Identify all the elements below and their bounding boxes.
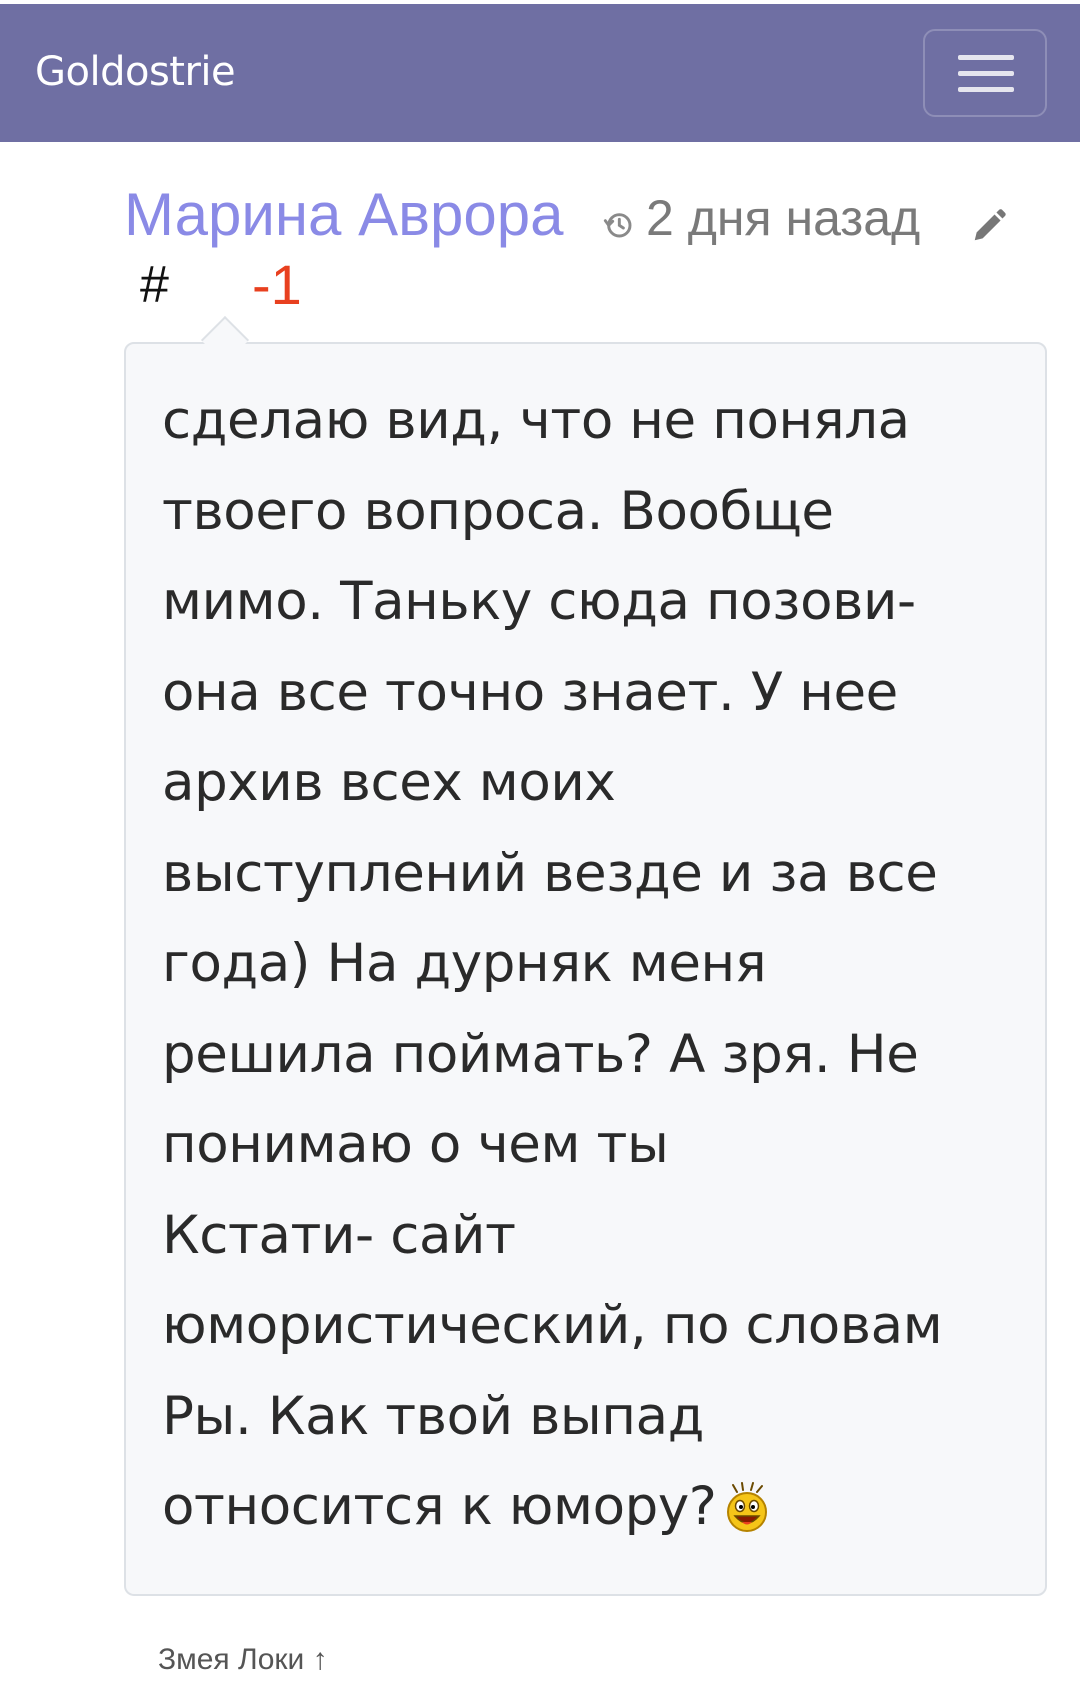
comment-permalink[interactable]: # — [140, 255, 169, 315]
comment-line: решила поймать? А зря. Не — [162, 1023, 919, 1085]
comment-header: Марина Аврора 2 дня назад — [124, 180, 1024, 250]
comment-line: архив всех моих — [162, 752, 616, 813]
comment-line: выступлений везде и за все — [162, 842, 938, 904]
comment-line: мимо. Таньку сюда позови- — [162, 571, 916, 632]
comment-body: сделаю вид, что не поняла твоего вопроса… — [162, 376, 1022, 1553]
comment-line: Ры. Как твой выпад — [162, 1385, 704, 1447]
comment-line: сделаю вид, что не поняла — [162, 390, 910, 451]
parent-comment-link[interactable]: Змея Локи ↑ — [158, 1640, 328, 1680]
laughing-smiley-icon — [726, 1482, 767, 1532]
menu-toggle-button[interactable] — [923, 29, 1047, 117]
comment-line: твоего вопроса. Вообще — [162, 480, 834, 542]
comment-line-text: относится к юмору? — [162, 1476, 717, 1537]
site-brand[interactable]: Goldostrie — [35, 48, 236, 96]
comment-line: года) На дурняк меня — [162, 933, 767, 994]
comment-line: понимаю о чем ты — [162, 1114, 669, 1175]
comment-last-line: относится к юмору? — [162, 1462, 1022, 1553]
pencil-icon[interactable] — [970, 207, 1008, 245]
comment-line: Кстати- сайт — [162, 1204, 516, 1266]
comment-rating: -1 — [252, 253, 302, 316]
comment-line: юмористический, по словам — [162, 1295, 943, 1356]
comment-time: 2 дня назад — [646, 190, 921, 246]
history-clock-icon — [603, 213, 632, 238]
top-navbar: Goldostrie — [0, 4, 1080, 142]
comment-author-link[interactable]: Марина Аврора — [124, 180, 563, 250]
comment-line: она все точно знает. У нее — [162, 661, 898, 723]
comment-bubble: сделаю вид, что не поняла твоего вопроса… — [124, 342, 1047, 1596]
